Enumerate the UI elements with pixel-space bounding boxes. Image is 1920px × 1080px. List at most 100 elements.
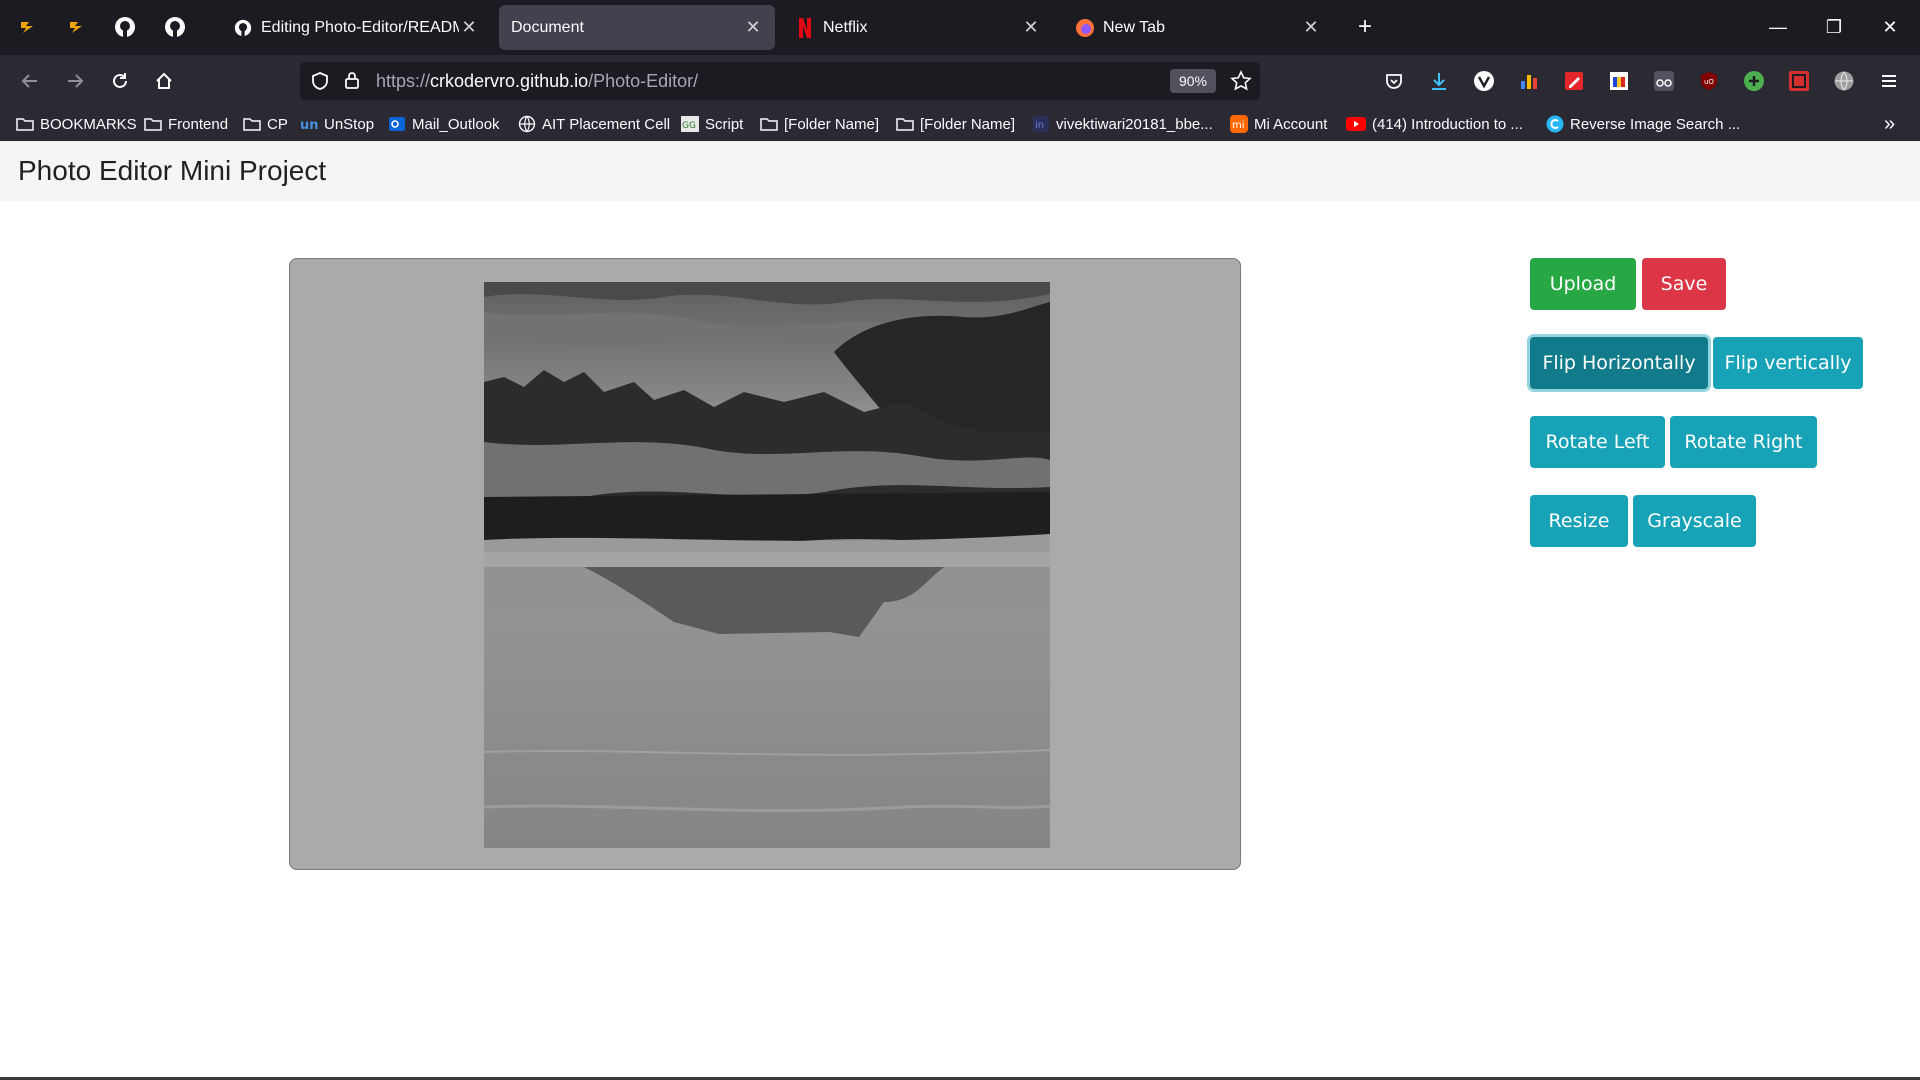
bookmark-item[interactable]: GG Script <box>681 113 743 135</box>
bookmark-item[interactable]: (414) Introduction to ... <box>1346 113 1523 135</box>
tab-title: Document <box>511 18 584 36</box>
script-icon: GG <box>681 116 699 132</box>
url-scheme: https:// <box>376 71 431 91</box>
shield-icon[interactable] <box>310 71 330 96</box>
home-icon[interactable] <box>148 65 180 97</box>
bookmark-item[interactable]: Frontend <box>144 113 228 135</box>
bookmark-label: AIT Placement Cell <box>542 115 671 133</box>
page-header: Photo Editor Mini Project <box>0 141 1920 201</box>
netflix-icon <box>795 17 815 38</box>
url-host: crkodervro.github.io <box>430 71 589 91</box>
bookmark-item[interactable]: Mail_Outlook <box>388 113 500 135</box>
tab-title: Editing Photo-Editor/README.md <box>261 18 459 36</box>
bookmark-label: UnStop <box>324 115 375 133</box>
download-icon[interactable] <box>1425 67 1453 95</box>
folder-icon <box>243 116 261 132</box>
pocket-icon[interactable] <box>1380 67 1408 95</box>
page-icon: in <box>1032 115 1050 133</box>
restore-icon[interactable]: ❐ <box>1806 0 1862 55</box>
bookmark-label: Mail_Outlook <box>412 115 500 133</box>
bookmark-label: (414) Introduction to ... <box>1372 115 1523 133</box>
bookmark-item[interactable]: AIT Placement Cell <box>518 113 670 135</box>
github-icon <box>233 18 253 38</box>
bookmark-item[interactable]: [Folder Name] <box>760 113 879 135</box>
screenshot-extension-icon[interactable] <box>1785 67 1813 95</box>
rotate-right-button[interactable]: Rotate Right <box>1670 416 1817 468</box>
tab-new-tab[interactable]: New Tab ✕ <box>1063 5 1333 50</box>
lock-icon[interactable] <box>342 70 362 95</box>
bookmark-label: [Folder Name] <box>920 115 1016 133</box>
globe-extension-icon[interactable] <box>1830 67 1858 95</box>
folder-icon <box>896 116 914 132</box>
close-icon[interactable]: ✕ <box>1021 17 1041 38</box>
bookmark-label: Mi Account <box>1254 115 1328 133</box>
back-icon[interactable] <box>14 65 46 97</box>
star-icon[interactable] <box>1230 70 1252 97</box>
new-tab-icon[interactable]: + <box>1352 13 1378 40</box>
firefox-icon <box>1075 18 1095 38</box>
chart-extension-icon[interactable] <box>1515 67 1543 95</box>
svg-text:mi: mi <box>1232 120 1245 131</box>
menu-icon[interactable] <box>1875 67 1903 95</box>
flag-extension-icon[interactable] <box>1605 67 1633 95</box>
save-button[interactable]: Save <box>1642 258 1726 310</box>
browser-tab-bar: Editing Photo-Editor/README.md ✕ Documen… <box>0 0 1920 55</box>
extension-icon[interactable] <box>63 14 89 40</box>
unstop-icon: un <box>300 116 318 132</box>
extension-icon[interactable] <box>14 14 40 40</box>
close-icon[interactable]: ✕ <box>743 17 763 38</box>
address-bar[interactable]: https://crkodervro.github.io/Photo-Edito… <box>300 62 1260 100</box>
window-close-icon[interactable]: ✕ <box>1862 0 1918 55</box>
close-icon[interactable]: ✕ <box>1301 17 1321 38</box>
reload-icon[interactable] <box>104 65 136 97</box>
globe-icon <box>518 115 536 133</box>
bookmarks-toolbar: BOOKMARKS Frontend CP un UnStop Mail_Out… <box>0 106 1920 141</box>
bookmark-label: BOOKMARKS <box>40 115 137 133</box>
bookmark-item[interactable]: BOOKMARKS <box>16 113 137 135</box>
zoom-level[interactable]: 90% <box>1170 69 1216 93</box>
youtube-icon <box>1346 117 1366 131</box>
tab-title: New Tab <box>1103 18 1165 36</box>
bookmark-label: Script <box>705 115 744 133</box>
tab-document[interactable]: Document ✕ <box>499 5 775 50</box>
minimize-icon[interactable]: — <box>1750 0 1806 55</box>
ublock-icon[interactable]: uO <box>1695 67 1723 95</box>
page-title: Photo Editor Mini Project <box>18 155 327 186</box>
upload-button[interactable]: Upload <box>1530 258 1636 310</box>
rotate-left-button[interactable]: Rotate Left <box>1530 416 1665 468</box>
tab-netflix[interactable]: Netflix ✕ <box>783 5 1053 50</box>
bookmark-item[interactable]: un UnStop <box>300 113 374 135</box>
bookmark-item[interactable]: CP <box>243 113 288 135</box>
reverse-search-icon <box>1546 115 1564 133</box>
bookmark-label: [Folder Name] <box>784 115 880 133</box>
tab-editing-readme[interactable]: Editing Photo-Editor/README.md ✕ <box>221 5 491 50</box>
edited-photo[interactable] <box>484 282 1050 848</box>
github-icon[interactable] <box>112 14 138 40</box>
plus-extension-icon[interactable] <box>1740 67 1768 95</box>
incognito-extension-icon[interactable] <box>1650 67 1678 95</box>
flip-horizontally-button[interactable]: Flip Horizontally <box>1530 337 1708 389</box>
forward-icon[interactable] <box>59 65 91 97</box>
folder-icon <box>144 116 162 132</box>
outlook-icon <box>388 115 406 133</box>
bookmark-item[interactable]: [Folder Name] <box>896 113 1015 135</box>
grayscale-button[interactable]: Grayscale <box>1633 495 1756 547</box>
svg-text:un: un <box>300 118 318 132</box>
vimeo-extension-icon[interactable] <box>1470 67 1498 95</box>
resize-button[interactable]: Resize <box>1530 495 1628 547</box>
more-bookmarks-icon[interactable]: » <box>1884 113 1895 135</box>
folder-icon <box>760 116 778 132</box>
url-text[interactable]: https://crkodervro.github.io/Photo-Edito… <box>376 71 698 92</box>
bookmark-item[interactable]: mi Mi Account <box>1230 113 1327 135</box>
close-icon[interactable]: ✕ <box>459 17 479 38</box>
flip-vertically-button[interactable]: Flip vertically <box>1713 337 1863 389</box>
bookmark-item[interactable]: Reverse Image Search ... <box>1546 113 1740 135</box>
bookmark-label: vivektiwari20181_bbe... <box>1056 115 1213 133</box>
tab-title: Netflix <box>823 18 868 36</box>
mi-icon: mi <box>1230 115 1248 133</box>
url-path: /Photo-Editor/ <box>588 71 699 91</box>
github-icon[interactable] <box>162 14 188 40</box>
bookmark-item[interactable]: in vivektiwari20181_bbe... <box>1032 113 1213 135</box>
pen-extension-icon[interactable] <box>1560 67 1588 95</box>
svg-text:GG: GG <box>682 121 696 131</box>
